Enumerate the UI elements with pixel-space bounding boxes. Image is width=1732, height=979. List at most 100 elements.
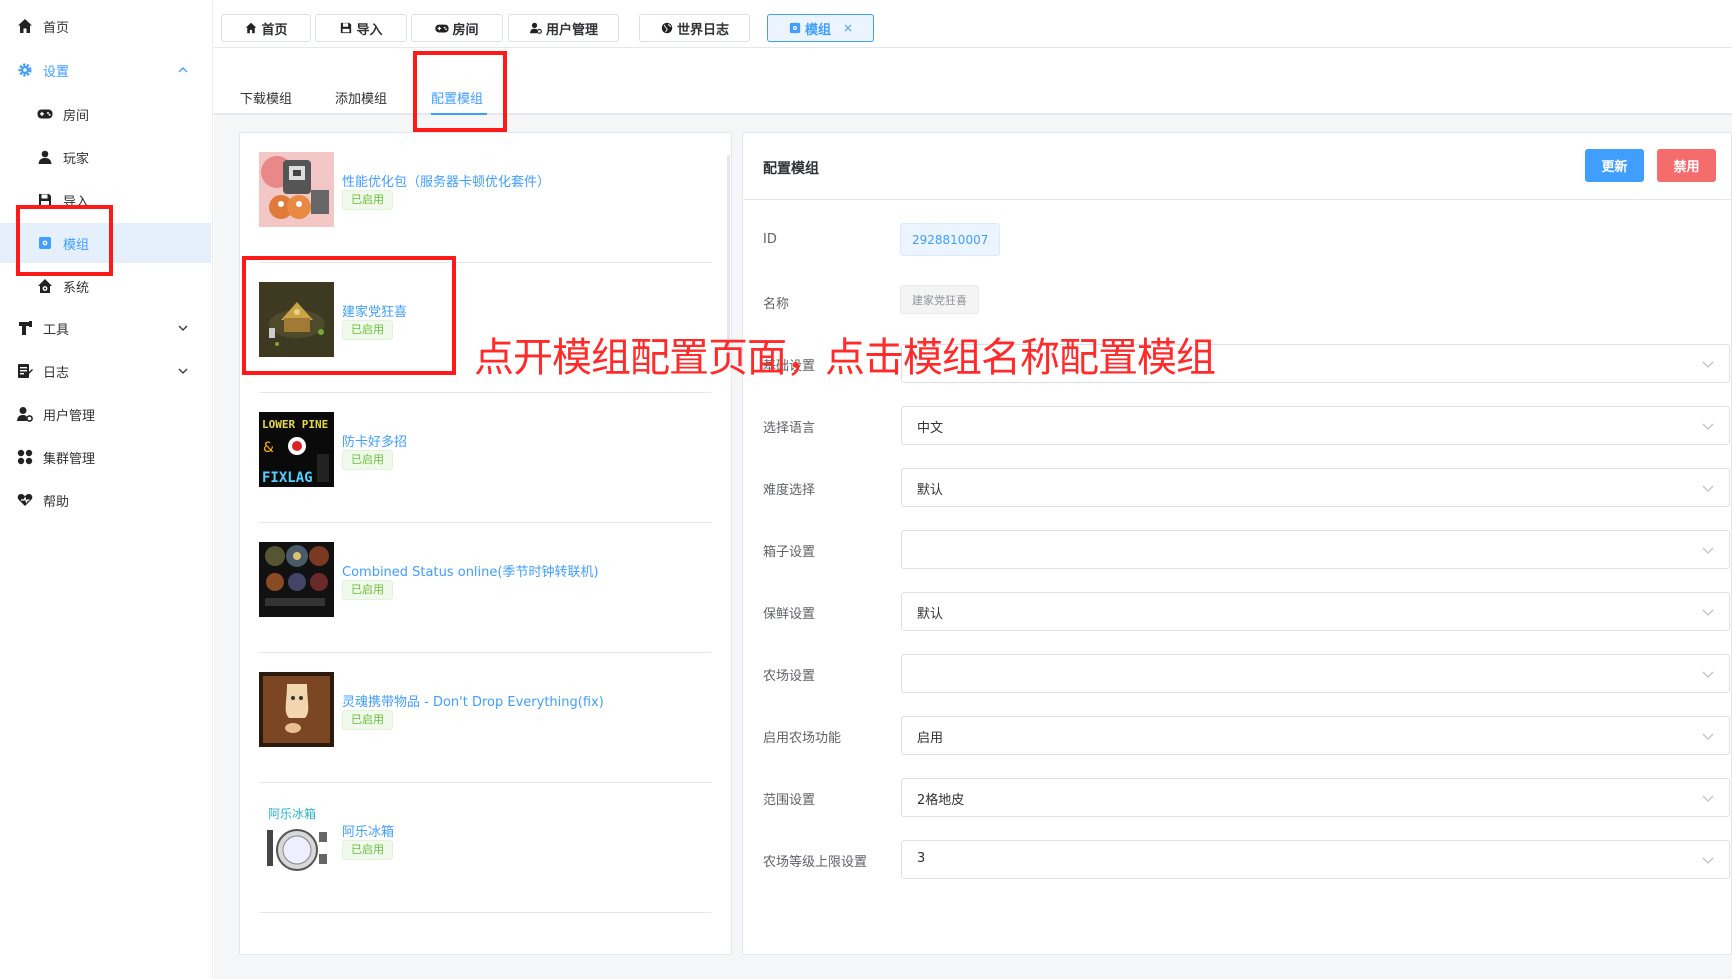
user-icon	[36, 148, 54, 166]
mod-name[interactable]: 防卡好多招	[342, 431, 407, 450]
tool-icon	[16, 319, 34, 337]
sidebar-item-help[interactable]: 帮助	[0, 480, 211, 520]
user-manage-icon	[529, 21, 543, 35]
chevron-down-icon	[175, 363, 191, 379]
thumb-text-bottom: FIXLAG	[262, 470, 313, 486]
option-label: 选择语言	[763, 421, 816, 436]
chevron-down-icon	[1701, 853, 1715, 867]
option-select[interactable]	[901, 654, 1730, 693]
option-select[interactable]: 启用	[901, 716, 1730, 755]
option-select[interactable]: 默认	[901, 592, 1730, 631]
option-select[interactable]	[901, 530, 1730, 569]
thumb-text-fridge: 阿乐冰箱	[268, 806, 316, 821]
mod-name-value: 建家党狂喜	[900, 285, 979, 314]
mod-id-value: 2928810007	[900, 223, 1001, 256]
house-gear-icon	[36, 277, 54, 295]
sidebar-item-user-manage[interactable]: 用户管理	[0, 394, 211, 434]
option-select[interactable]: 2格地皮	[901, 778, 1730, 817]
tag-home[interactable]: 首页	[221, 14, 311, 42]
list-item-mod[interactable]: 灵魂携带物品 - Don't Drop Everything(fix) 已启用	[240, 653, 711, 783]
mod-name[interactable]: 阿乐冰箱	[342, 821, 394, 840]
divider	[259, 912, 711, 913]
tag-world-log[interactable]: 世界日志	[639, 14, 750, 42]
tag-user-manage[interactable]: 用户管理	[508, 14, 619, 42]
annotation-text: 点开模组配置页面，点击模组名称配置模组	[474, 335, 1216, 381]
status-badge: 已启用	[342, 840, 393, 860]
chevron-up-icon	[175, 62, 191, 78]
mod-name[interactable]: 性能优化包（服务器卡顿优化套件）	[342, 171, 550, 190]
option-label: 难度选择	[763, 483, 816, 498]
sidebar-item-room[interactable]: 房间	[0, 94, 211, 134]
home-icon	[244, 21, 258, 35]
chevron-down-icon	[175, 320, 191, 336]
globe-icon	[660, 21, 674, 35]
list-item-mod[interactable]: LOWER PINE & FIXLAG 防卡好多招 已启用	[240, 393, 711, 523]
mod-thumbnail	[259, 152, 334, 227]
tag-room[interactable]: 房间	[411, 14, 503, 42]
mod-thumbnail: 阿乐冰箱	[259, 802, 334, 877]
sidebar-item-import[interactable]: 导入	[0, 180, 211, 220]
mod-subtabs: 下载模组 添加模组 配置模组	[214, 48, 1732, 115]
option-select[interactable]: 中文	[901, 406, 1730, 445]
chevron-down-icon	[1701, 481, 1715, 495]
mod-name[interactable]: 灵魂携带物品 - Don't Drop Everything(fix)	[342, 691, 604, 710]
sidebar-item-home[interactable]: 首页	[0, 6, 211, 46]
sidebar-item-logs[interactable]: 日志	[0, 351, 211, 391]
save-icon	[339, 21, 353, 35]
status-badge: 已启用	[342, 580, 393, 600]
option-label: 启用农场功能	[763, 731, 842, 746]
chevron-down-icon	[1701, 543, 1715, 557]
svg-text:&: &	[263, 440, 274, 456]
option-select[interactable]: 3	[901, 840, 1730, 879]
heart-help-icon	[16, 491, 34, 509]
tab-add-mods[interactable]: 添加模组	[335, 88, 387, 107]
tag-import[interactable]: 导入	[315, 14, 407, 42]
puzzle-icon	[788, 21, 802, 35]
chevron-down-icon	[1701, 667, 1715, 681]
home-icon	[16, 17, 34, 35]
sidebar-item-player[interactable]: 玩家	[0, 137, 211, 177]
update-button[interactable]: 更新	[1585, 149, 1644, 182]
disable-button[interactable]: 禁用	[1657, 149, 1716, 182]
close-icon[interactable]: ×	[843, 21, 853, 35]
list-item-mod[interactable]: 阿乐冰箱 阿乐冰箱 已启用	[240, 783, 711, 913]
tab-config-mods[interactable]: 配置模组	[431, 88, 483, 107]
config-title: 配置模组	[763, 161, 819, 177]
name-label: 名称	[763, 297, 790, 312]
config-header: 配置模组 更新 禁用	[743, 133, 1731, 200]
status-badge: 已启用	[342, 190, 393, 210]
mod-thumbnail	[259, 542, 334, 617]
option-label: 箱子设置	[763, 545, 816, 560]
sidebar-item-system[interactable]: 系统	[0, 266, 211, 306]
id-label: ID	[763, 232, 777, 247]
sidebar: 首页 设置 房间 玩家 导入 模组 系统 工具 日志 用户管理 集群管理 帮助	[0, 0, 213, 979]
status-badge: 已启用	[342, 450, 393, 470]
list-item-mod[interactable]: 性能优化包（服务器卡顿优化套件） 已启用	[240, 133, 711, 263]
chevron-down-icon	[1701, 729, 1715, 743]
gamepad-icon	[36, 105, 54, 123]
gear-icon	[16, 61, 34, 79]
option-label: 范围设置	[763, 793, 816, 808]
mod-name[interactable]: 建家党狂喜	[342, 301, 407, 320]
mod-list: 性能优化包（服务器卡顿优化套件） 已启用 建家党狂喜 已启用 LOWER PIN…	[239, 132, 732, 955]
mod-thumbnail	[259, 672, 334, 747]
chevron-down-icon	[1701, 605, 1715, 619]
main-area: 首页 导入 房间 用户管理 世界日志 模组 × 下载模组 添加模组 配置模组 性…	[214, 0, 1732, 979]
gamepad-icon	[435, 21, 450, 35]
sidebar-item-mods[interactable]: 模组	[0, 223, 211, 263]
sidebar-item-settings[interactable]: 设置	[0, 50, 211, 90]
mod-name[interactable]: Combined Status online(季节时钟转联机)	[342, 561, 599, 580]
chevron-down-icon	[1701, 791, 1715, 805]
option-select[interactable]: 默认	[901, 468, 1730, 507]
status-badge: 已启用	[342, 710, 393, 730]
tab-download-mods[interactable]: 下载模组	[240, 88, 292, 107]
tag-mods[interactable]: 模组 ×	[767, 14, 874, 42]
user-manage-icon	[16, 405, 34, 423]
tag-bar: 首页 导入 房间 用户管理 世界日志 模组 ×	[214, 0, 1732, 48]
list-item-mod[interactable]: Combined Status online(季节时钟转联机) 已启用	[240, 523, 711, 653]
log-icon	[16, 362, 34, 380]
sidebar-item-tools[interactable]: 工具	[0, 308, 211, 348]
option-label: 农场设置	[763, 669, 816, 684]
active-tab-indicator	[431, 113, 487, 115]
sidebar-item-cluster[interactable]: 集群管理	[0, 437, 211, 477]
